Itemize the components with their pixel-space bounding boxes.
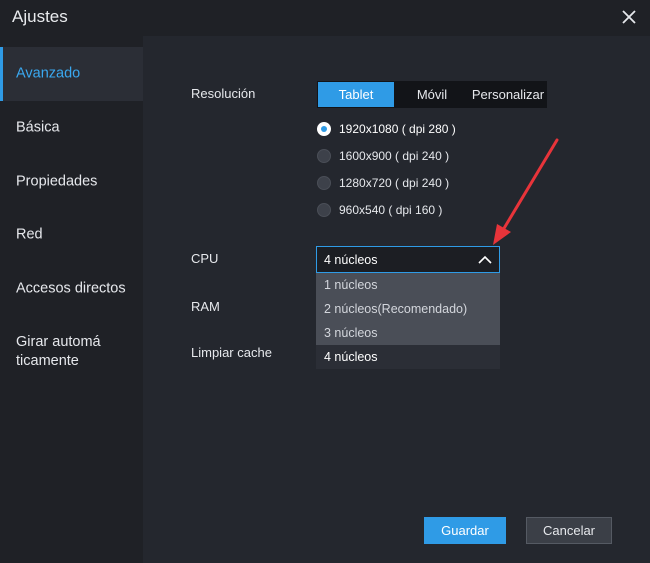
cpu-option-2[interactable]: 2 núcleos(Recomendado) (316, 297, 500, 321)
resolution-option-1920x1080[interactable]: 1920x1080 ( dpi 280 ) (317, 120, 456, 138)
sidebar-item-avanzado[interactable]: Avanzado (0, 47, 143, 101)
sidebar-item-accesos-directos[interactable]: Accesos directos (0, 262, 143, 316)
resolution-option-1600x900[interactable]: 1600x900 ( dpi 240 ) (317, 147, 449, 165)
sidebar-item-propiedades[interactable]: Propiedades (0, 155, 143, 209)
chevron-up-icon (477, 253, 493, 267)
save-button[interactable]: Guardar (424, 517, 506, 544)
resolution-option-label: 1280x720 ( dpi 240 ) (339, 176, 450, 190)
radio-unchecked-icon (317, 203, 331, 217)
resolution-option-label: 960x540 ( dpi 160 ) (339, 203, 443, 217)
tab-movil[interactable]: Móvil (394, 82, 470, 107)
resolution-option-label: 1920x1080 ( dpi 280 ) (339, 122, 456, 136)
close-icon[interactable] (618, 6, 640, 28)
cpu-option-1[interactable]: 1 núcleos (316, 273, 500, 297)
cache-label: Limpiar cache (191, 345, 272, 360)
cpu-label: CPU (191, 251, 219, 266)
cpu-dropdown-list: 1 núcleos 2 núcleos(Recomendado) 3 núcle… (316, 273, 500, 369)
sidebar-item-label: Red (16, 226, 43, 243)
resolution-label: Resolución (191, 86, 256, 101)
cancel-button[interactable]: Cancelar (526, 517, 612, 544)
sidebar-item-red[interactable]: Red (0, 208, 143, 262)
resolution-option-960x540[interactable]: 960x540 ( dpi 160 ) (317, 201, 442, 219)
window-title: Ajustes (12, 7, 68, 26)
resolution-option-1280x720[interactable]: 1280x720 ( dpi 240 ) (317, 174, 449, 192)
settings-window: Ajustes Avanzado Básica Propiedades Red … (0, 0, 650, 563)
ram-label: RAM (191, 299, 220, 314)
sidebar: Avanzado Básica Propiedades Red Accesos … (0, 36, 143, 563)
radio-checked-icon (317, 122, 331, 136)
sidebar-item-basica[interactable]: Básica (0, 101, 143, 155)
sidebar-item-label: Girar automá ticamente (16, 334, 101, 369)
radio-unchecked-icon (317, 176, 331, 190)
sidebar-item-label: Accesos directos (16, 280, 126, 297)
resolution-tabs: Tablet Móvil Personalizar (317, 81, 547, 108)
tab-personalizar[interactable]: Personalizar (470, 82, 546, 107)
title-bar: Ajustes (0, 0, 650, 36)
cpu-option-4[interactable]: 4 núcleos (316, 345, 500, 369)
radio-unchecked-icon (317, 149, 331, 163)
cpu-option-3[interactable]: 3 núcleos (316, 321, 500, 345)
settings-content: Resolución Tablet Móvil Personalizar 192… (143, 36, 650, 563)
resolution-option-label: 1600x900 ( dpi 240 ) (339, 149, 450, 163)
cpu-select-value: 4 núcleos (324, 253, 378, 267)
sidebar-item-girar-automaticamente[interactable]: Girar automá ticamente (0, 325, 143, 379)
sidebar-item-label: Básica (16, 119, 60, 136)
sidebar-item-label: Propiedades (16, 173, 98, 190)
sidebar-item-label: Avanzado (16, 65, 81, 82)
cpu-select[interactable]: 4 núcleos (316, 246, 500, 273)
tab-tablet[interactable]: Tablet (318, 82, 394, 107)
